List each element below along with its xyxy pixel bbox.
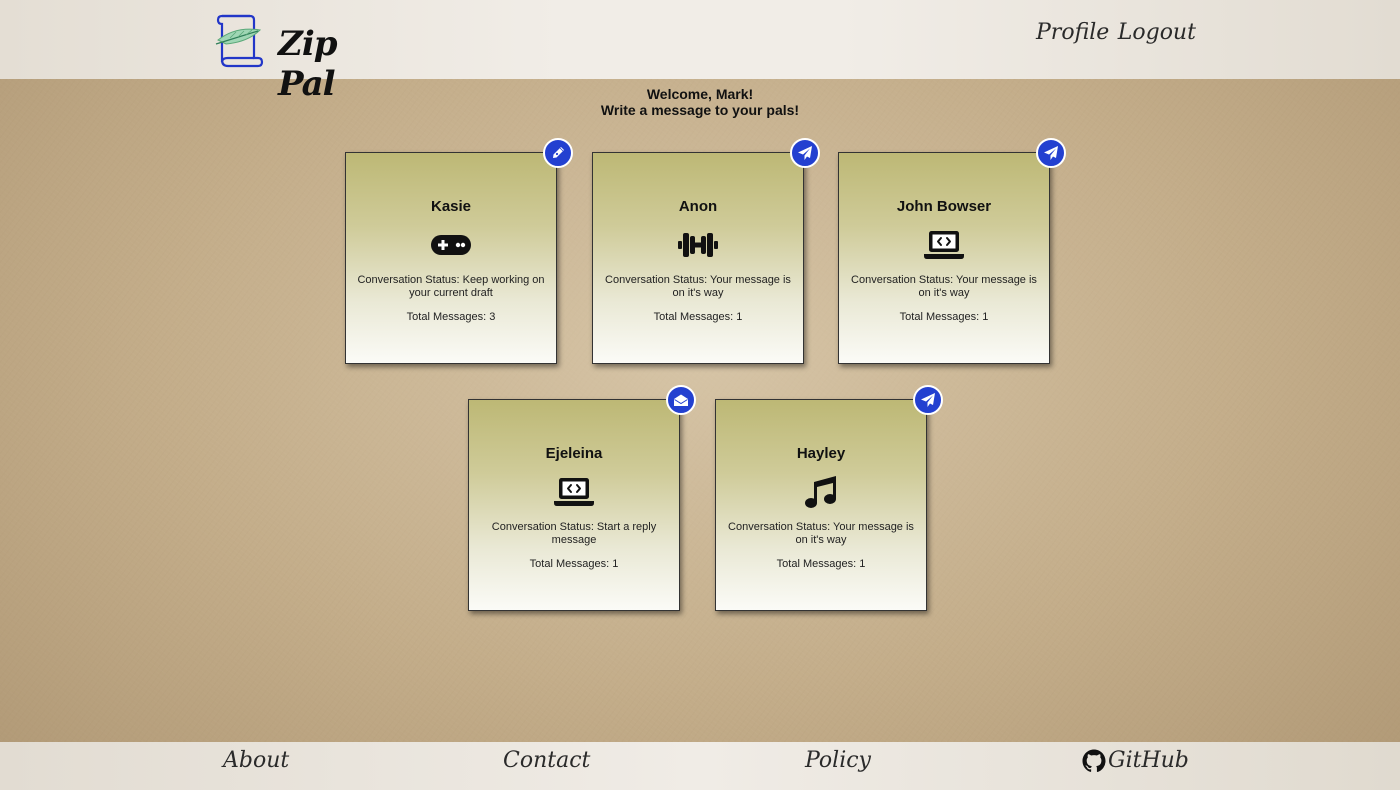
laptop-code-icon (839, 228, 1049, 262)
nav-logout-link[interactable]: Logout (1118, 20, 1196, 45)
gamepad-icon (346, 228, 556, 262)
pal-name: John Bowser (896, 198, 992, 215)
envelope-open-icon[interactable] (666, 385, 696, 415)
pal-card-ejeleina[interactable]: Ejeleina Conversation Status: Start a re… (468, 399, 680, 611)
conversation-status: Conversation Status: Your message is on … (728, 521, 914, 546)
top-nav: Profile Logout (1036, 20, 1200, 45)
footer-policy-link[interactable]: Policy (805, 748, 871, 773)
welcome-message: Welcome, Mark! Write a message to your p… (0, 86, 1400, 118)
conversation-status: Conversation Status: Start a reply messa… (491, 521, 657, 546)
pal-name: Hayley (796, 445, 846, 462)
footer-bar: About Contact Policy GitHub (0, 742, 1400, 790)
pal-name: Kasie (430, 198, 472, 215)
paper-plane-icon[interactable] (913, 385, 943, 415)
total-messages: Total Messages: 1 (776, 558, 866, 570)
conversation-status: Conversation Status: Your message is on … (851, 274, 1037, 299)
header-bar: Zip Pal Profile Logout (0, 0, 1400, 104)
total-messages: Total Messages: 3 (406, 311, 496, 323)
total-messages: Total Messages: 1 (653, 311, 743, 323)
pen-icon[interactable] (543, 138, 573, 168)
footer-about-link[interactable]: About (223, 748, 289, 773)
pal-card-anon[interactable]: Anon Conversation Status: Your message i… (592, 152, 804, 364)
conversation-status: Conversation Status: Your message is on … (605, 274, 791, 299)
laptop-code-icon (469, 475, 679, 509)
conversation-status: Conversation Status: Keep working on you… (357, 274, 545, 299)
welcome-line: Welcome, Mark! (646, 86, 754, 102)
paper-plane-icon[interactable] (790, 138, 820, 168)
github-icon (1082, 749, 1106, 773)
nav-profile-link[interactable]: Profile (1036, 20, 1109, 45)
music-icon (716, 475, 926, 509)
pal-card-john-bowser[interactable]: John Bowser Conversation Status: Your me… (838, 152, 1050, 364)
pal-card-kasie[interactable]: Kasie Conversation Status: Keep working … (345, 152, 557, 364)
logo[interactable]: Zip Pal (212, 10, 372, 104)
total-messages: Total Messages: 1 (899, 311, 989, 323)
pal-card-hayley[interactable]: Hayley Conversation Status: Your message… (715, 399, 927, 611)
welcome-subline: Write a message to your pals! (600, 102, 800, 118)
paper-plane-icon[interactable] (1036, 138, 1066, 168)
dumbbell-icon (593, 228, 803, 262)
pal-name: Anon (678, 198, 718, 215)
github-label: GitHub (1108, 748, 1189, 773)
footer-contact-link[interactable]: Contact (503, 748, 590, 773)
footer-github-link[interactable]: GitHub (1082, 748, 1189, 773)
scroll-quill-icon (215, 14, 264, 68)
pal-name: Ejeleina (545, 445, 603, 462)
total-messages: Total Messages: 1 (529, 558, 619, 570)
